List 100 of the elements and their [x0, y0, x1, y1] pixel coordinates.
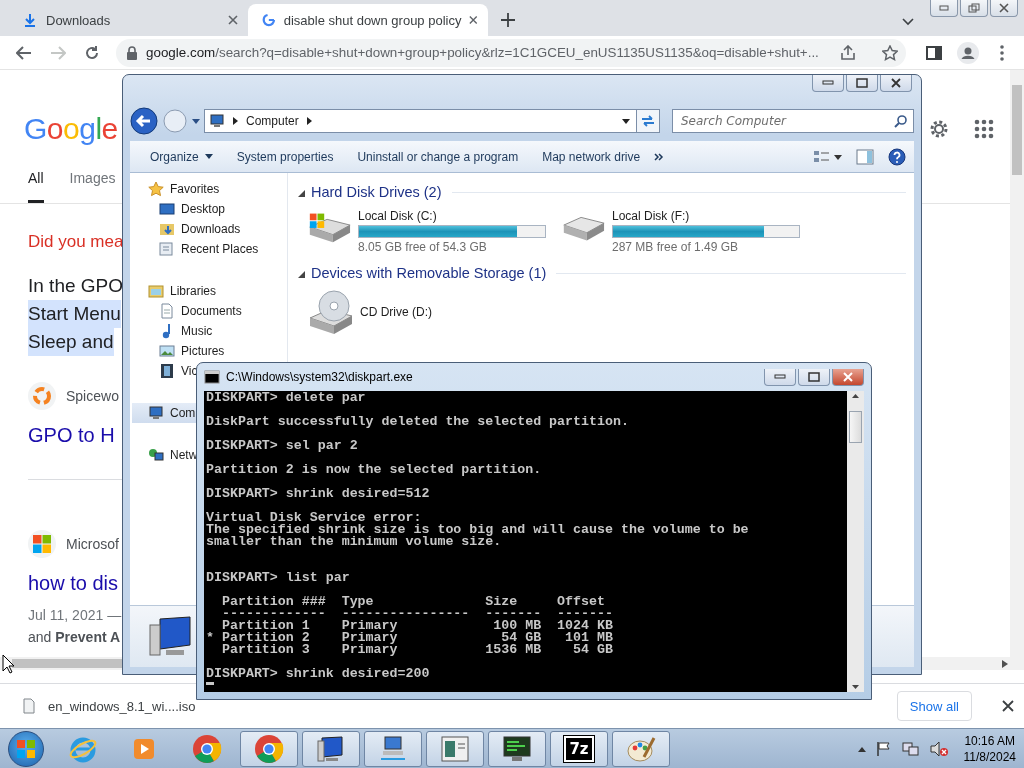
- search-field[interactable]: Search Computer: [672, 109, 914, 133]
- star-icon[interactable]: [882, 44, 898, 61]
- nav-pane-item[interactable]: Music: [132, 321, 214, 341]
- did-you-mean-text[interactable]: Did you mea: [28, 232, 124, 252]
- scroll-up-icon[interactable]: [852, 394, 859, 398]
- back-icon[interactable]: [130, 107, 158, 135]
- scroll-down-icon[interactable]: [852, 685, 859, 689]
- drive-item[interactable]: Local Disk (F:) 287 MB free of 1.49 GB: [560, 209, 800, 254]
- console-screen[interactable]: [204, 391, 847, 692]
- close-icon[interactable]: [469, 15, 478, 25]
- address-bar[interactable]: Computer: [204, 109, 637, 133]
- google-logo[interactable]: Google: [24, 112, 118, 146]
- profile-icon[interactable]: [957, 41, 979, 64]
- toolbar-command[interactable]: Organize: [140, 149, 223, 164]
- collapse-icon[interactable]: [298, 190, 305, 197]
- vertical-scrollbar[interactable]: [1010, 70, 1024, 657]
- taskbar-app[interactable]: [364, 730, 422, 767]
- group-header[interactable]: Hard Disk Drives (2): [311, 184, 442, 200]
- settings-icon[interactable]: [928, 118, 950, 140]
- show-hidden-icons-icon[interactable]: [857, 745, 866, 752]
- star-icon: [148, 181, 164, 197]
- console-line: * Partition 2 Primary 54 GB 101 MB: [206, 632, 614, 644]
- share-icon[interactable]: [840, 44, 856, 61]
- breadcrumb-item[interactable]: Computer: [246, 114, 299, 128]
- result-title-link[interactable]: GPO to H: [28, 424, 115, 447]
- drive-item[interactable]: CD Drive (D:): [306, 290, 546, 334]
- close-icon[interactable]: [228, 15, 238, 25]
- console-line: Partition ### Type Size Offset: [220, 596, 606, 608]
- toolbar-command[interactable]: Uninstall or change a program: [347, 149, 529, 164]
- minimize-icon: [774, 373, 786, 380]
- taskbar-app[interactable]: 7z: [550, 730, 608, 767]
- network-icon: [148, 447, 164, 463]
- close-icon: [843, 371, 853, 382]
- windows-logo-icon: [33, 535, 51, 553]
- breadcrumb-arrow-icon: [306, 117, 312, 125]
- taskbar-app[interactable]: [488, 730, 546, 767]
- flag-icon[interactable]: [875, 740, 892, 757]
- caret-icon: [204, 154, 213, 159]
- drive-item[interactable]: Local Disk (C:) 8.05 GB free of 54.3 GB: [306, 209, 546, 254]
- network-icon[interactable]: [901, 740, 920, 757]
- view-options-icon[interactable]: [814, 149, 842, 164]
- toolbar-command[interactable]: System properties: [226, 149, 344, 164]
- nav-pane-item[interactable]: Libraries: [132, 281, 218, 301]
- archive-logo: 7z: [564, 735, 594, 762]
- close-button[interactable]: [832, 368, 864, 386]
- close-icon[interactable]: [1002, 700, 1014, 712]
- refresh-button[interactable]: [636, 109, 660, 133]
- close-icon[interactable]: [999, 3, 1009, 13]
- help-icon[interactable]: [888, 147, 906, 166]
- search-icon[interactable]: [894, 114, 908, 128]
- show-all-button[interactable]: Show all: [896, 691, 972, 721]
- more-commands-icon[interactable]: [654, 152, 665, 161]
- back-icon[interactable]: [16, 45, 32, 60]
- nav-pane-item[interactable]: Downloads: [132, 219, 242, 239]
- nav-pane-item[interactable]: Com: [132, 403, 197, 423]
- speaker-muted-icon[interactable]: [929, 740, 948, 757]
- history-caret-icon: [192, 118, 200, 124]
- console-line: ------------- ---------------- ------- -------: [220, 608, 614, 620]
- browser-tab[interactable]: Downloads: [8, 4, 248, 36]
- new-tab-icon[interactable]: [501, 13, 515, 27]
- nav-pane-item[interactable]: Documents: [132, 301, 243, 321]
- close-button[interactable]: [880, 75, 912, 92]
- site-name: Microsof: [66, 536, 119, 552]
- scroll-thumb[interactable]: [849, 410, 862, 443]
- recent-places-icon: [159, 241, 175, 257]
- result-title-link[interactable]: how to dis: [28, 572, 119, 595]
- chevron-down-icon[interactable]: [902, 18, 914, 26]
- menu-icon[interactable]: [1000, 44, 1004, 61]
- minimize-button[interactable]: [812, 75, 844, 92]
- console-line: Virtual Disk Service error:: [206, 512, 422, 524]
- console-line: DISKPART> shrink desired=200: [206, 668, 431, 680]
- toolbar-command[interactable]: Map network drive: [532, 149, 651, 164]
- nav-pane-item[interactable]: Pictures: [132, 341, 226, 361]
- collapse-icon[interactable]: [298, 271, 305, 278]
- scroll-right-icon[interactable]: [1002, 659, 1008, 668]
- result-snippet: and Prevent A: [28, 629, 121, 645]
- search-tab[interactable]: All: [28, 156, 44, 203]
- browser-tab[interactable]: disable shut down group policy: [248, 4, 488, 36]
- network-computer-icon: [378, 734, 408, 763]
- minimize-icon[interactable]: [939, 5, 949, 11]
- start-button[interactable]: [8, 730, 44, 767]
- nav-pane-item[interactable]: Netw: [132, 445, 199, 465]
- download-file-name[interactable]: en_windows_8.1_wi....iso: [48, 698, 885, 714]
- taskbar-app[interactable]: [302, 730, 360, 767]
- clock[interactable]: 10:16 AM 11/8/2024: [963, 732, 1016, 765]
- minimize-button[interactable]: [764, 368, 796, 386]
- maximize-button[interactable]: [798, 368, 830, 386]
- side-panel-icon[interactable]: [926, 44, 942, 61]
- group-header[interactable]: Devices with Removable Storage (1): [311, 265, 547, 281]
- maximize-button[interactable]: [846, 75, 878, 92]
- reload-icon[interactable]: [84, 44, 100, 61]
- snippet-line: In the GPO: [28, 274, 124, 298]
- apps-grid-icon[interactable]: [974, 119, 994, 139]
- restore-icon[interactable]: [968, 3, 980, 13]
- console-line: DISKPART> shrink desired=512: [206, 488, 431, 500]
- nav-pane-item[interactable]: Favorites: [132, 179, 221, 199]
- search-tab[interactable]: Images: [69, 156, 116, 203]
- vertical-scrollbar[interactable]: [847, 391, 864, 692]
- nav-pane-item[interactable]: Desktop: [132, 199, 227, 219]
- nav-pane-item[interactable]: Recent Places: [132, 239, 260, 259]
